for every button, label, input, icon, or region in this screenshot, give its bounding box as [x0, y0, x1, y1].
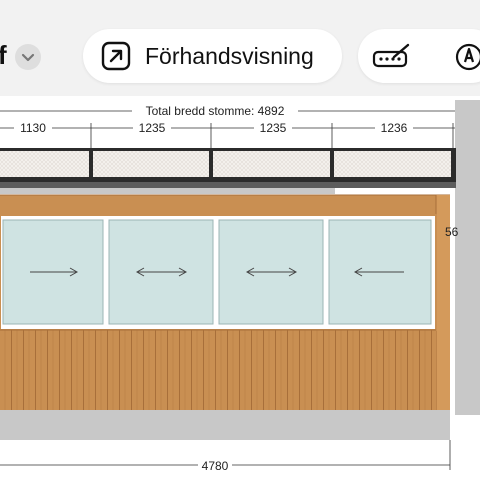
roof-panel — [0, 151, 89, 177]
roof-panels — [0, 148, 456, 188]
wooden-beam — [0, 195, 450, 215]
segment-dim-2: 1235 — [139, 121, 166, 135]
grey-panel-bottom — [0, 410, 450, 440]
roof-panel — [93, 151, 209, 177]
toolbar: f Förhandsvisning — [0, 0, 480, 96]
segment-dim-4: 1236 — [381, 121, 408, 135]
glass-panel — [108, 219, 214, 325]
glass-panel — [218, 219, 324, 325]
elevation-drawing: Total bredd stomme: 4892 1130 1235 1235 … — [0, 96, 480, 473]
preview-label: Förhandsvisning — [145, 43, 314, 69]
file-name[interactable]: f — [0, 40, 7, 71]
segment-dim-3: 1235 — [260, 121, 287, 135]
chevron-down-icon — [21, 53, 35, 62]
side-dimension-label: 56 — [445, 225, 459, 239]
preview-button[interactable]: Förhandsvisning — [83, 29, 342, 83]
share-arrow-icon — [101, 41, 131, 76]
roof-panel — [213, 151, 330, 177]
wood-cladding — [0, 330, 436, 410]
glass-panel — [2, 219, 104, 325]
file-menu-button[interactable] — [15, 44, 41, 70]
signature-icon[interactable] — [372, 43, 412, 76]
total-width-label: Total bredd stomme: 4892 — [146, 104, 285, 118]
glass-panel — [328, 219, 432, 325]
markup-toolbar — [358, 29, 480, 83]
grey-panel-right — [455, 100, 480, 415]
segment-dim-1: 1130 — [20, 121, 46, 135]
markup-pen-icon[interactable] — [454, 42, 480, 77]
roof-panel — [334, 151, 451, 177]
bottom-dimension-label: 4780 — [202, 459, 229, 473]
